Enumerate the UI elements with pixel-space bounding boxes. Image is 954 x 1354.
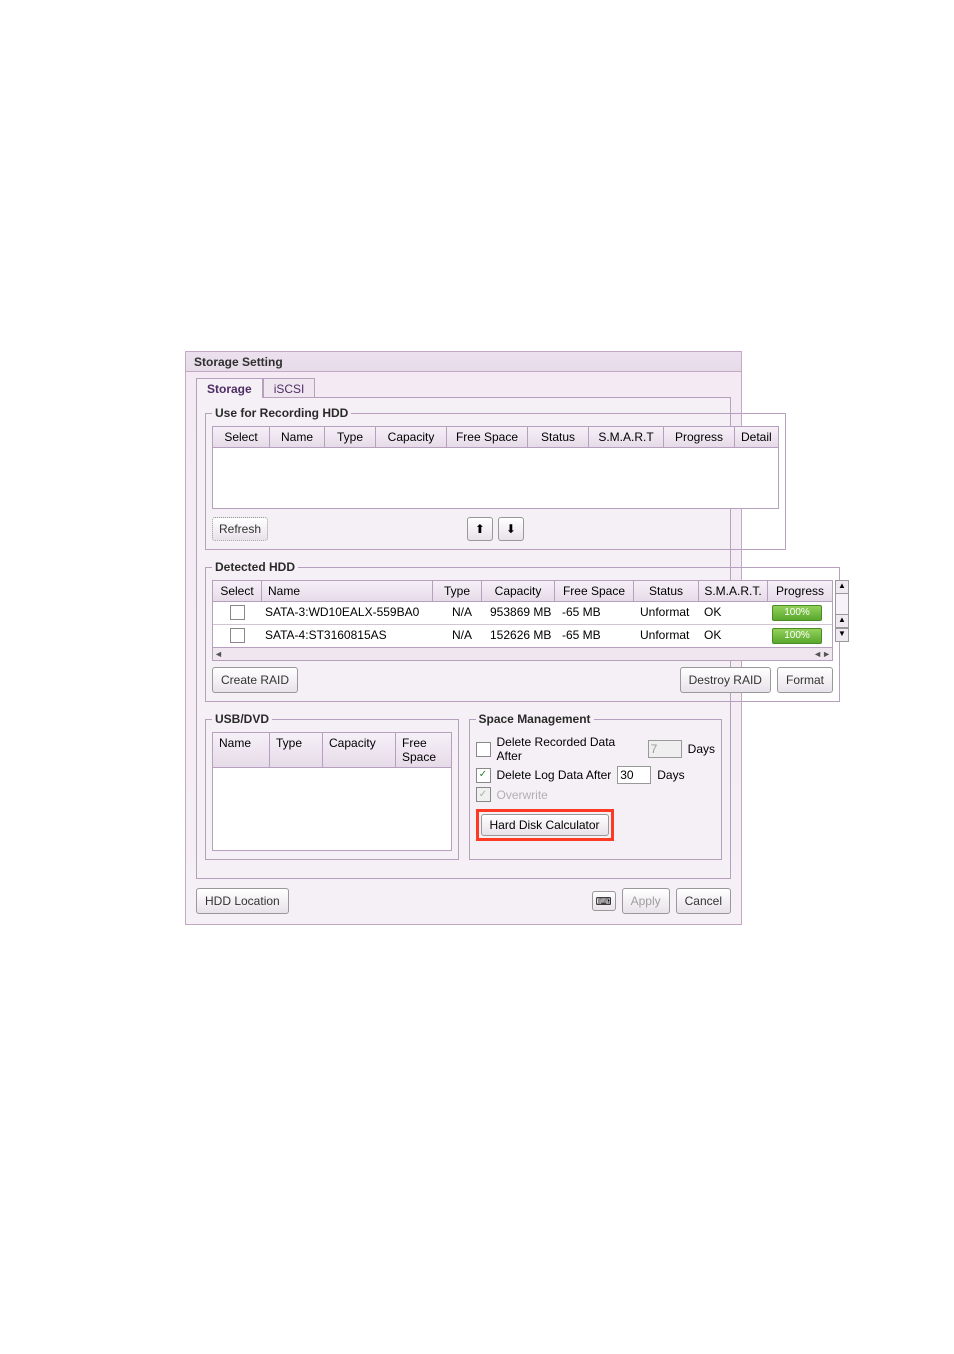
destroy-raid-button[interactable]: Destroy RAID xyxy=(680,667,771,693)
delete-recorded-checkbox[interactable] xyxy=(476,742,491,757)
row-select-checkbox[interactable] xyxy=(230,605,245,620)
row-type: N/A xyxy=(438,602,486,624)
row-free: -65 MB xyxy=(558,602,636,624)
det-hdr-name[interactable]: Name xyxy=(262,581,433,601)
rec-hdr-free[interactable]: Free Space xyxy=(447,427,528,447)
recording-hdd-group: Use for Recording HDD Select Name Type C… xyxy=(205,406,786,550)
det-hdr-free[interactable]: Free Space xyxy=(555,581,634,601)
scroll-down-icon[interactable]: ▼ xyxy=(835,628,849,642)
detected-hdd-legend: Detected HDD xyxy=(212,560,298,574)
rec-hdr-capacity[interactable]: Capacity xyxy=(376,427,447,447)
row-status: Unformat xyxy=(636,602,700,624)
detected-hdd-group: Detected HDD Select Name Type Capacity F… xyxy=(205,560,840,702)
scroll-right-icon[interactable]: ► xyxy=(822,649,831,659)
rec-hdr-status[interactable]: Status xyxy=(528,427,589,447)
usb-dvd-headers: Name Type Capacity Free Space xyxy=(212,732,452,768)
rec-hdr-name[interactable]: Name xyxy=(270,427,325,447)
apply-button[interactable]: Apply xyxy=(622,888,670,914)
recording-hdd-legend: Use for Recording HDD xyxy=(212,406,351,420)
det-hdr-capacity[interactable]: Capacity xyxy=(482,581,555,601)
recording-hdd-controls: Refresh ⬆ ⬇ xyxy=(212,517,779,541)
move-up-button[interactable]: ⬆ xyxy=(467,517,493,541)
delete-recorded-days-input[interactable] xyxy=(648,740,682,758)
det-hdr-progress[interactable]: Progress xyxy=(768,581,832,601)
row-status: Unformat xyxy=(636,625,700,647)
tab-iscsi[interactable]: iSCSI xyxy=(263,378,316,398)
detected-v-scrollbar[interactable]: ▲ ▲ ▼ xyxy=(835,580,849,642)
usb-hdr-free[interactable]: Free Space xyxy=(396,733,451,767)
usb-dvd-legend: USB/DVD xyxy=(212,712,272,726)
row-capacity: 152626 MB xyxy=(486,625,558,647)
row-free: -65 MB xyxy=(558,625,636,647)
scroll-left2-icon[interactable]: ◄ xyxy=(813,649,822,659)
scroll-track[interactable] xyxy=(835,594,849,614)
overwrite-label: Overwrite xyxy=(497,788,548,802)
storage-setting-dialog: Storage Setting Storage iSCSI Use for Re… xyxy=(185,351,742,925)
refresh-button[interactable]: Refresh xyxy=(212,517,268,541)
lower-row: USB/DVD Name Type Capacity Free Space Sp… xyxy=(205,712,722,870)
dialog-title: Storage Setting xyxy=(186,352,741,372)
delete-log-label: Delete Log Data After xyxy=(497,768,612,782)
row-progress: 100% xyxy=(772,628,822,644)
row-name: SATA-4:ST3160815AS xyxy=(261,625,438,647)
arrow-up-icon: ⬆ xyxy=(475,522,485,536)
move-down-button[interactable]: ⬇ xyxy=(498,517,524,541)
create-raid-button[interactable]: Create RAID xyxy=(212,667,298,693)
usb-hdr-capacity[interactable]: Capacity xyxy=(323,733,396,767)
page: Storage Setting Storage iSCSI Use for Re… xyxy=(0,0,954,1354)
unit-days: Days xyxy=(688,742,715,756)
row-select-checkbox[interactable] xyxy=(230,628,245,643)
rec-hdr-select[interactable]: Select xyxy=(213,427,270,447)
format-button[interactable]: Format xyxy=(777,667,833,693)
rec-hdr-type[interactable]: Type xyxy=(325,427,376,447)
arrow-down-icon: ⬇ xyxy=(506,522,516,536)
keyboard-icon[interactable]: ⌨ xyxy=(592,891,616,911)
row-progress: 100% xyxy=(772,605,822,621)
det-hdr-select[interactable]: Select xyxy=(213,581,262,601)
usb-hdr-name[interactable]: Name xyxy=(213,733,270,767)
det-hdr-smart[interactable]: S.M.A.R.T. xyxy=(699,581,768,601)
row-smart: OK xyxy=(700,602,768,624)
delete-log-checkbox[interactable] xyxy=(476,768,491,783)
cancel-button[interactable]: Cancel xyxy=(676,888,731,914)
usb-dvd-group: USB/DVD Name Type Capacity Free Space xyxy=(205,712,459,860)
rec-hdr-detail[interactable]: Detail xyxy=(735,427,778,447)
tab-bar: Storage iSCSI xyxy=(196,378,741,398)
usb-hdr-type[interactable]: Type xyxy=(270,733,323,767)
scroll-up-icon[interactable]: ▲ xyxy=(835,580,849,594)
unit-days: Days xyxy=(657,768,684,782)
scroll-left-icon[interactable]: ◄ xyxy=(214,649,223,659)
tab-body: Use for Recording HDD Select Name Type C… xyxy=(196,397,731,879)
row-type: N/A xyxy=(438,625,486,647)
space-management-group: Space Management Delete Recorded Data Af… xyxy=(469,712,723,860)
table-row[interactable]: SATA-4:ST3160815AS N/A 152626 MB -65 MB … xyxy=(213,625,832,647)
rec-hdr-progress[interactable]: Progress xyxy=(664,427,735,447)
table-row[interactable]: SATA-3:WD10EALX-559BA0 N/A 953869 MB -65… xyxy=(213,602,832,625)
detected-hdd-rows: SATA-3:WD10EALX-559BA0 N/A 953869 MB -65… xyxy=(212,602,833,648)
delete-log-days-input[interactable] xyxy=(617,766,651,784)
det-hdr-type[interactable]: Type xyxy=(433,581,482,601)
recording-hdd-body xyxy=(212,448,779,509)
delete-recorded-label: Delete Recorded Data After xyxy=(497,735,642,763)
detected-h-scrollbar[interactable]: ◄ ◄ ► xyxy=(212,648,833,661)
row-name: SATA-3:WD10EALX-559BA0 xyxy=(261,602,438,624)
detected-hdd-headers: Select Name Type Capacity Free Space Sta… xyxy=(212,580,833,602)
hard-disk-calculator-button[interactable]: Hard Disk Calculator xyxy=(481,814,609,836)
row-capacity: 953869 MB xyxy=(486,602,558,624)
scroll-up2-icon[interactable]: ▲ xyxy=(835,614,849,628)
dialog-bottom-row: HDD Location ⌨ Apply Cancel xyxy=(196,888,731,914)
space-management-legend: Space Management xyxy=(476,712,594,726)
hdd-location-button[interactable]: HDD Location xyxy=(196,888,289,914)
row-smart: OK xyxy=(700,625,768,647)
usb-dvd-body xyxy=(212,768,452,851)
tab-storage[interactable]: Storage xyxy=(196,378,263,398)
hard-disk-calculator-highlight: Hard Disk Calculator xyxy=(476,809,614,841)
det-hdr-status[interactable]: Status xyxy=(634,581,699,601)
overwrite-checkbox xyxy=(476,787,491,802)
rec-hdr-smart[interactable]: S.M.A.R.T xyxy=(589,427,664,447)
recording-hdd-headers: Select Name Type Capacity Free Space Sta… xyxy=(212,426,779,448)
